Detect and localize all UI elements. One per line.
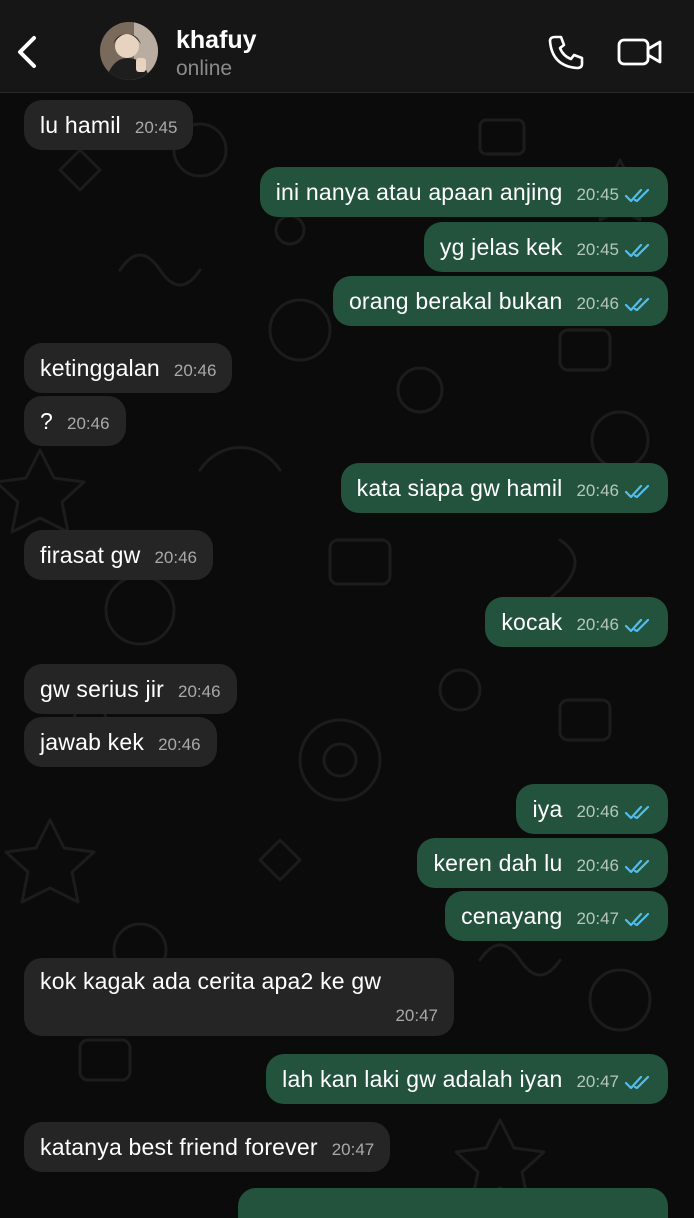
incoming-message[interactable]: gw serius jir 20:46 — [24, 664, 237, 714]
double-check-icon — [624, 912, 650, 927]
message-text: kata siapa gw hamil — [356, 474, 563, 501]
message-time: 20:45 — [576, 240, 619, 259]
message-time: 20:46 — [576, 802, 619, 821]
avatar[interactable] — [100, 22, 158, 80]
double-check-icon — [624, 618, 650, 633]
message-time: 20:46 — [158, 735, 201, 754]
message-text: yg jelas kek — [439, 233, 563, 260]
message-time: 20:46 — [576, 294, 619, 313]
incoming-message[interactable]: ketinggalan 20:46 — [24, 343, 233, 393]
message-list[interactable]: lu hamil 20:45 ini nanya atau apaan anji… — [0, 92, 694, 1218]
message-time: 20:46 — [576, 856, 619, 875]
double-check-icon — [624, 243, 650, 258]
incoming-message[interactable]: jawab kek 20:46 — [24, 717, 217, 767]
message-text: katanya best friend forever — [40, 1133, 318, 1160]
outgoing-message[interactable]: kocak 20:46 — [485, 597, 668, 647]
message-time: 20:45 — [134, 118, 178, 137]
outgoing-message[interactable]: ini nanya atau apaan anjing 20:45 — [259, 167, 668, 217]
message-time: 20:47 — [576, 1072, 619, 1091]
incoming-message[interactable]: firasat gw 20:46 — [24, 530, 213, 580]
outgoing-message[interactable]: cenayang 20:47 — [445, 891, 668, 941]
contact-name[interactable]: khafuy — [176, 26, 257, 55]
double-check-icon — [624, 484, 650, 499]
back-button[interactable] — [10, 30, 46, 74]
message-text: jawab kek — [40, 728, 145, 755]
message-text: ? — [40, 407, 53, 434]
message-time: 20:47 — [576, 909, 619, 928]
message-text: cenayang — [461, 902, 563, 929]
outgoing-message[interactable]: kata siapa gw hamil 20:46 — [340, 463, 668, 513]
message-time: 20:46 — [67, 414, 110, 433]
outgoing-message[interactable]: orang berakal bukan 20:46 — [332, 276, 668, 326]
outgoing-message[interactable]: lah kan laki gw adalah iyan 20:47 — [266, 1054, 668, 1104]
double-check-icon — [624, 1075, 650, 1090]
message-text: firasat gw — [40, 541, 141, 568]
message-time: 20:47 — [395, 1006, 438, 1025]
contact-status: online — [176, 57, 233, 80]
incoming-message[interactable]: ? 20:46 — [24, 396, 126, 446]
chat-header: khafuy online — [0, 0, 694, 93]
back-chevron-icon — [18, 36, 36, 68]
message-time: 20:45 — [576, 185, 619, 204]
message-text: kocak — [501, 608, 563, 635]
contact-photo — [100, 22, 158, 80]
voice-call-button[interactable] — [546, 33, 586, 71]
message-text: lah kan laki gw adalah iyan — [282, 1065, 563, 1092]
message-time: 20:46 — [576, 481, 619, 500]
incoming-message[interactable]: katanya best friend forever 20:47 — [24, 1122, 391, 1172]
message-time: 20:46 — [154, 548, 197, 567]
phone-icon — [548, 35, 584, 70]
message-text: iya — [532, 795, 563, 822]
incoming-message[interactable]: lu hamil 20:45 — [24, 100, 194, 150]
message-text: ini nanya atau apaan anjing — [275, 178, 563, 205]
double-check-icon — [624, 805, 650, 820]
message-time: 20:46 — [178, 682, 221, 701]
outgoing-message[interactable]: keren dah lu 20:46 — [417, 838, 668, 888]
double-check-icon — [624, 859, 650, 874]
outgoing-message[interactable]: iya 20:46 — [516, 784, 668, 834]
message-text: orang berakal bukan — [348, 287, 563, 314]
incoming-message[interactable]: kok kagak ada cerita apa2 ke gw 20:47 — [24, 958, 454, 1036]
message-text: kok kagak ada cerita apa2 ke gw — [40, 968, 382, 994]
double-check-icon — [624, 297, 650, 312]
outgoing-message[interactable]: yg jelas kek 20:45 — [423, 222, 668, 272]
message-text: keren dah lu — [433, 849, 563, 876]
message-text: lu hamil — [40, 111, 121, 138]
message-text: gw serius jir — [40, 675, 165, 702]
message-text: ketinggalan — [40, 354, 160, 381]
double-check-icon — [624, 188, 650, 203]
video-call-button[interactable] — [616, 35, 664, 69]
message-time: 20:47 — [331, 1140, 375, 1159]
message-time: 20:46 — [576, 615, 619, 634]
video-camera-icon — [617, 38, 662, 66]
message-time: 20:46 — [173, 361, 217, 380]
outgoing-message-partial[interactable] — [238, 1188, 668, 1218]
